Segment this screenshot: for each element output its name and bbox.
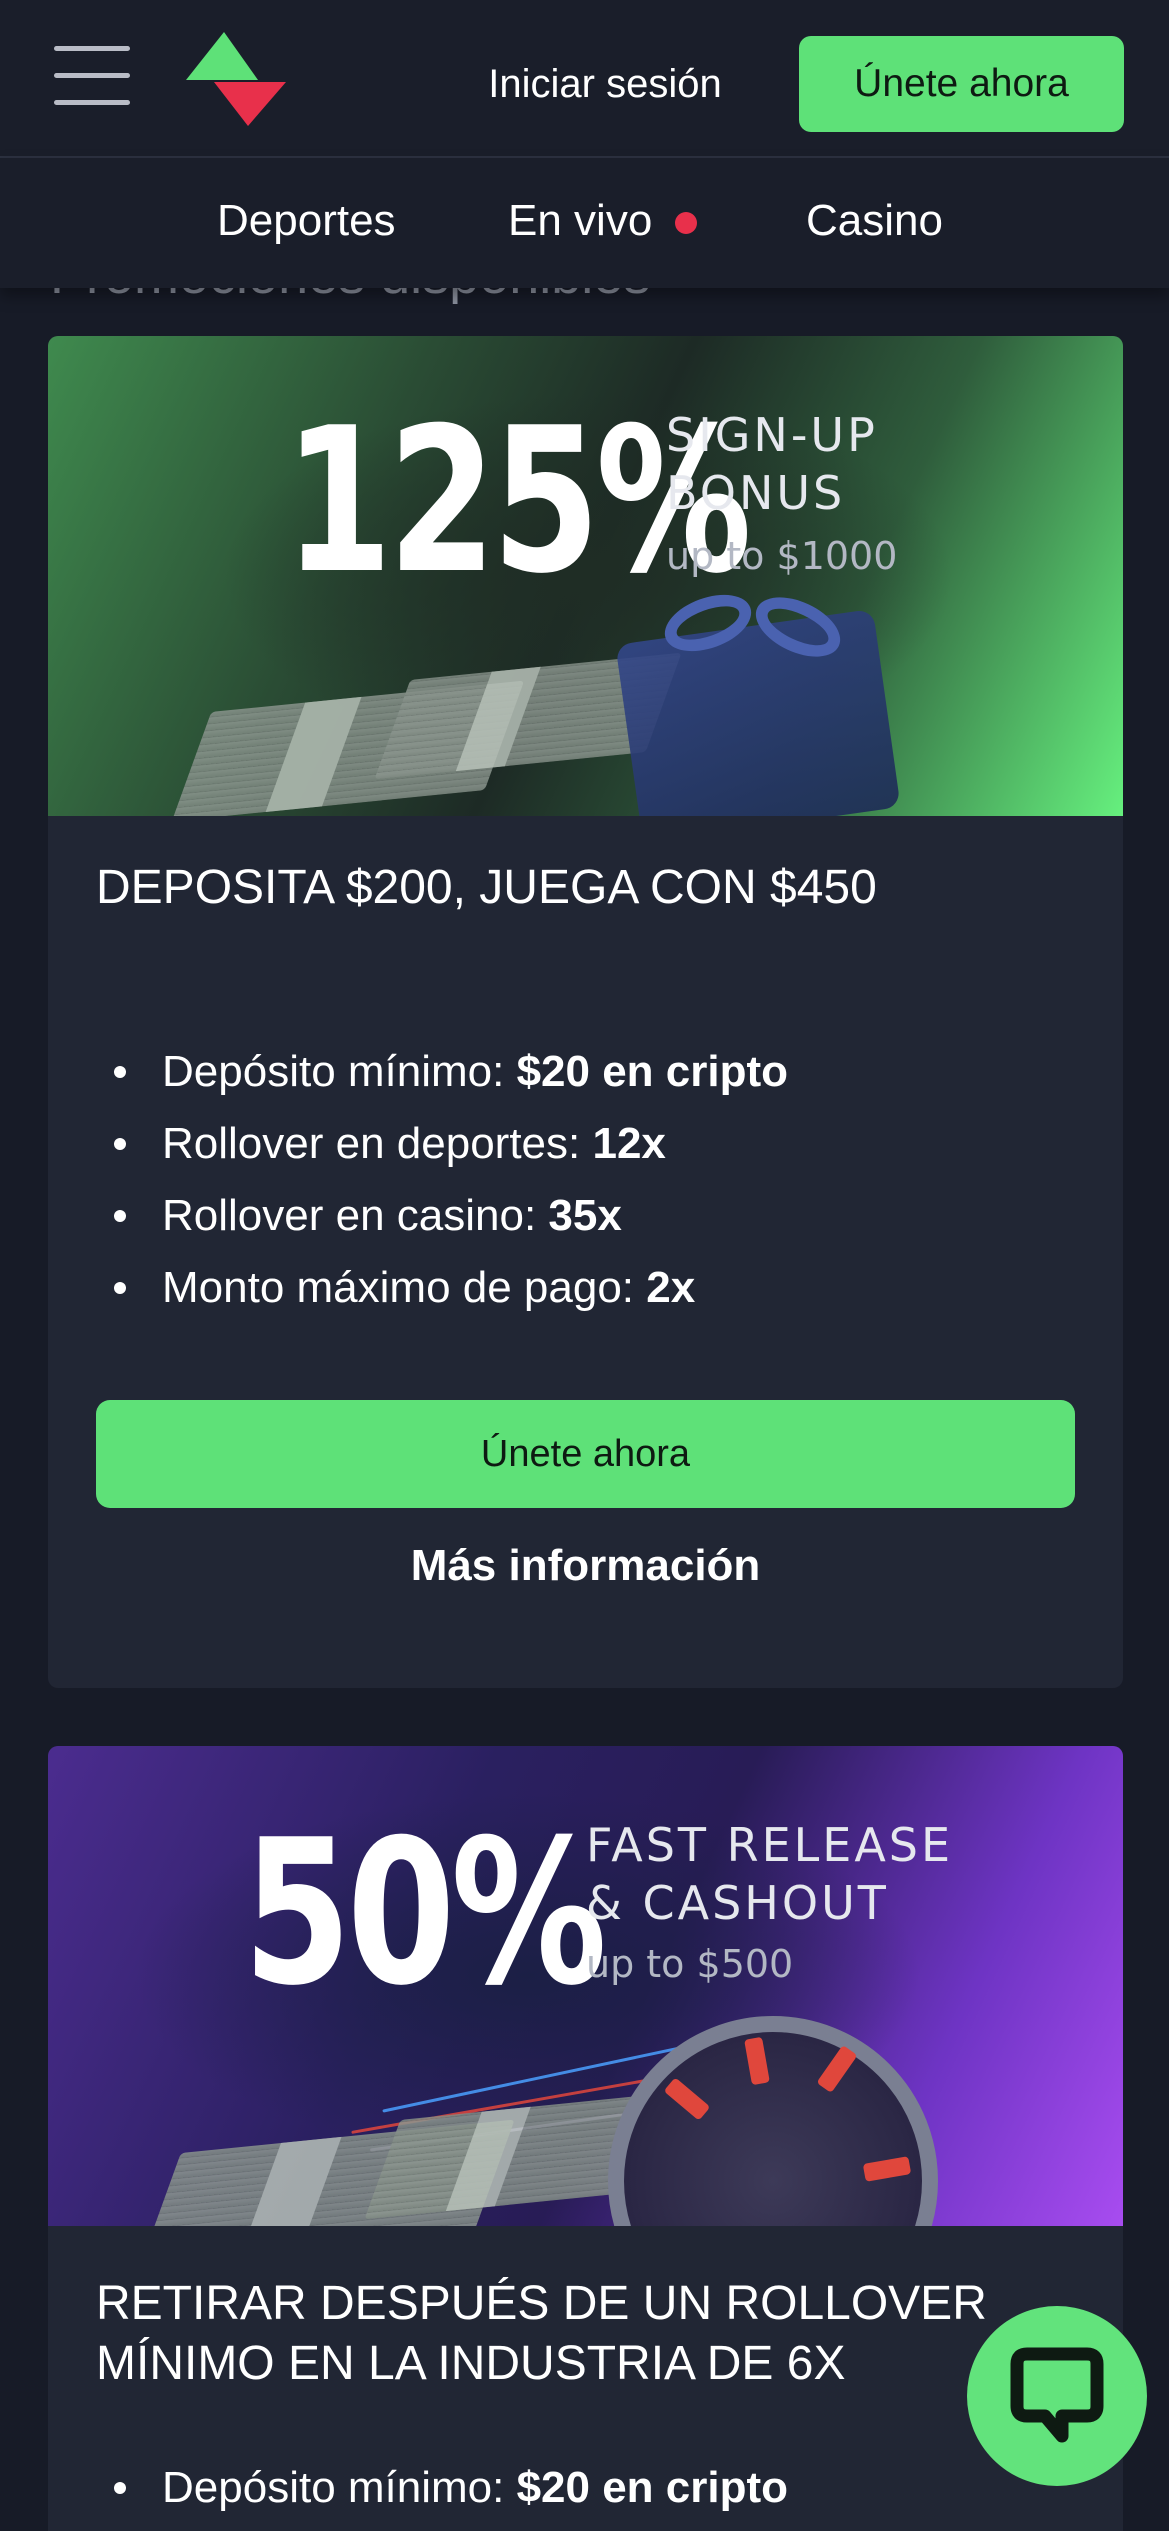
promo-card: 50% FAST RELEASE & CASHOUT up to $500 RE… [48,1746,1123,2531]
promo-banner: 125% SIGN-UP BONUS up to $1000 [48,336,1123,816]
main-nav: Deportes En vivo Casino [0,158,1169,288]
gift-box-image [615,608,901,816]
join-now-header-button[interactable]: Únete ahora [799,36,1124,132]
banner-line-1: FAST RELEASE [586,1818,954,1872]
promo-title: DEPOSITA $200, JUEGA CON $450 [96,861,877,914]
nav-tab-casino[interactable]: Casino [806,196,943,246]
promo-terms-list: Depósito mínimo: $20 en cripto Rollover … [106,1036,788,1324]
banner-line-2: BONUS [666,466,846,520]
join-now-button[interactable]: Únete ahora [96,1400,1075,1508]
signin-button[interactable]: Iniciar sesión [440,46,770,122]
brand-logo[interactable] [186,30,286,128]
banner-line-2: & CASHOUT [586,1876,889,1930]
list-item: Depósito mínimo: $20 en cripto [106,2452,788,2524]
chat-support-button[interactable] [967,2306,1147,2486]
more-info-link[interactable]: Más información [96,1516,1075,1616]
chat-bubble-icon [1010,2347,1104,2443]
promo-terms-list: Depósito mínimo: $20 en cripto [106,2452,788,2524]
hamburger-menu-icon[interactable] [54,46,130,106]
top-bar: Iniciar sesión Únete ahora [0,0,1169,158]
promo-title: RETIRAR DESPUÉS DE UN ROLLOVER MÍNIMO EN… [96,2277,987,2390]
list-item: Rollover en casino: 35x [106,1180,788,1252]
banner-line-3: up to $1000 [666,534,898,578]
page: Promociones disponibles Iniciar sesión Ú… [0,0,1169,2531]
banner-line-1: SIGN-UP [666,408,878,462]
list-item: Monto máximo de pago: 2x [106,1252,788,1324]
nav-tab-live[interactable]: En vivo [508,196,652,246]
list-item: Rollover en deportes: 12x [106,1108,788,1180]
live-indicator-dot [675,212,697,234]
list-item: Depósito mínimo: $20 en cripto [106,1036,788,1108]
nav-tab-sports[interactable]: Deportes [217,196,396,246]
banner-percent: 50% [243,1797,607,2030]
promo-banner: 50% FAST RELEASE & CASHOUT up to $500 [48,1746,1123,2226]
promo-card: 125% SIGN-UP BONUS up to $1000 DEPOSITA … [48,336,1123,1688]
banner-line-3: up to $500 [586,1942,794,1986]
speedometer-image [608,2016,938,2226]
